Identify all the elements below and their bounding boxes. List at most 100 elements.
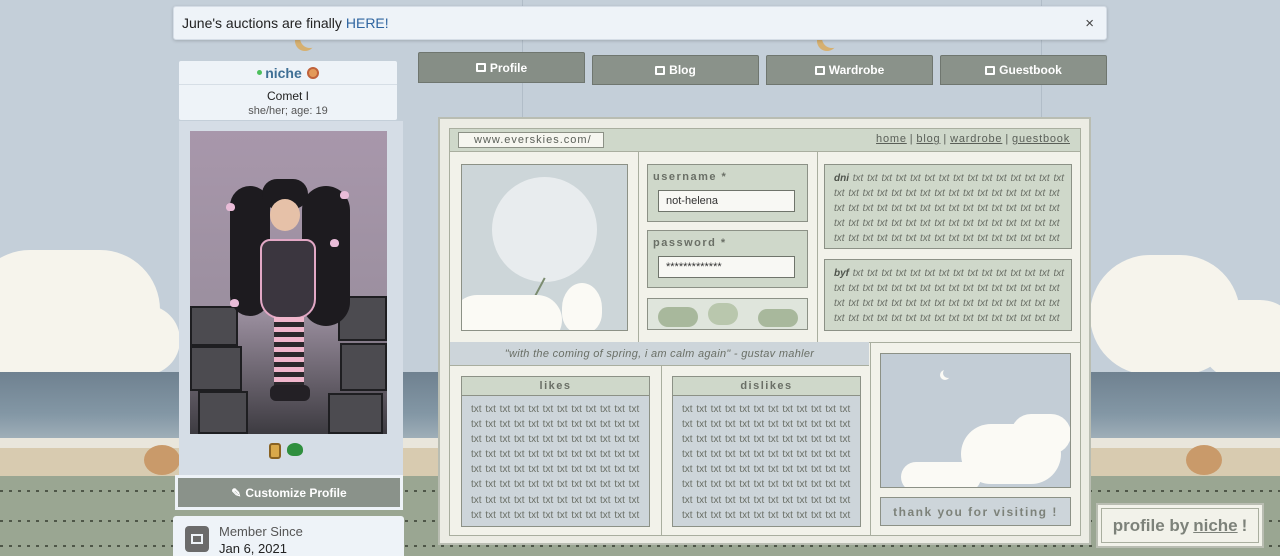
tab-guestbook-label: Guestbook: [999, 63, 1062, 77]
avatar-dress: [260, 239, 316, 319]
profile-layout-inner: www.everskies.com/ home | blog | wardrobe | gu…: [449, 128, 1081, 536]
thank-you-message: thank you for visiting !: [880, 497, 1071, 526]
frog-badge-icon[interactable]: [287, 443, 303, 456]
profile-icon: [475, 63, 486, 72]
dni-text: txt txt txt txt txt txt txt txt txt txt …: [834, 173, 1065, 244]
url-box: www.everskies.com/: [458, 132, 604, 148]
cloud: [462, 295, 562, 330]
byf-label: byf: [834, 268, 849, 279]
tab-blog[interactable]: Blog: [592, 55, 759, 85]
tv-decoration: [190, 306, 238, 346]
online-status-icon: [257, 70, 263, 75]
avatar-legs: [274, 317, 304, 387]
calendar-icon: [185, 526, 209, 552]
nav-link-wardrobe[interactable]: wardrobe: [950, 133, 1002, 145]
tv-decoration: [340, 343, 387, 391]
dandelion-puff: [492, 177, 597, 282]
byf-box: byf txt txt txt txt txt txt txt txt txt …: [824, 259, 1072, 331]
butterfly-icon: [340, 191, 349, 199]
customize-profile-button-inner[interactable]: ✎ Customize Profile: [178, 478, 400, 507]
dni-box: dni txt txt txt txt txt txt txt txt txt …: [824, 164, 1072, 249]
nav-link-blog[interactable]: blog: [916, 133, 940, 145]
tv-decoration: [190, 346, 242, 391]
guestbook-icon: [985, 65, 996, 75]
layout-top-bar: www.everskies.com/ home | blog | wardrobe | gu…: [450, 129, 1080, 152]
column-divider: [870, 342, 871, 536]
likes-box: likes txt txt txt txt txt txt txt txt tx…: [461, 376, 650, 527]
customize-profile-button[interactable]: ✎ Customize Profile: [175, 475, 403, 510]
credit-prefix: profile by: [1112, 515, 1190, 535]
leaf-decoration: [758, 309, 798, 327]
avatar-shoes: [270, 385, 310, 401]
member-since-label: Member Since: [219, 524, 303, 539]
tv-decoration: [198, 391, 248, 434]
tab-blog-label: Blog: [669, 63, 696, 77]
nav-separator: |: [1005, 133, 1010, 145]
tab-wardrobe-label: Wardrobe: [828, 63, 885, 77]
username-label: username *: [653, 171, 728, 183]
column-divider: [661, 366, 662, 536]
leaf-decoration: [708, 303, 738, 325]
snail-icon: [306, 66, 319, 79]
announcement-banner: June's auctions are finally HERE! ×: [173, 6, 1107, 40]
butterfly-icon: [226, 203, 235, 211]
member-since-card: Member Since Jan 6, 2021: [173, 516, 404, 556]
tv-decoration: [328, 393, 383, 434]
username-field-box: username * not-helena: [647, 164, 808, 222]
password-field-box: password * *************: [647, 230, 808, 288]
username[interactable]: niche: [265, 65, 302, 81]
paint-icon: ✎: [231, 485, 242, 500]
user-card: niche Comet I she/her; age: 19: [179, 61, 397, 120]
dni-label: dni: [834, 173, 849, 184]
profile-credit: profile by niche !: [1096, 503, 1264, 548]
credit-author-link[interactable]: niche: [1193, 516, 1237, 536]
likes-text: txt txt txt txt txt txt txt txt txt txt …: [471, 404, 640, 521]
customize-profile-label: Customize Profile: [245, 485, 347, 500]
tab-profile[interactable]: Profile: [418, 52, 585, 83]
likes-title: likes: [462, 377, 649, 396]
butterfly-icon: [230, 299, 239, 307]
bunny-icon: [562, 283, 602, 330]
member-since-date: Jan 6, 2021: [219, 541, 287, 556]
blog-icon: [655, 65, 666, 75]
nav-separator: |: [909, 133, 914, 145]
profile-layout: www.everskies.com/ home | blog | wardrobe | gu…: [438, 117, 1091, 545]
password-input[interactable]: *************: [658, 256, 795, 278]
close-icon[interactable]: ×: [1085, 15, 1094, 32]
quote-bar: "with the coming of spring, i am calm ag…: [450, 342, 869, 366]
nav-link-guestbook[interactable]: guestbook: [1012, 133, 1070, 145]
user-pronouns: she/her; age: 19: [248, 105, 328, 117]
avatar[interactable]: [190, 131, 387, 434]
badge-row: [269, 443, 303, 459]
cloud: [901, 462, 981, 487]
wardrobe-icon: [814, 65, 825, 75]
moon-icon: [943, 368, 953, 378]
byf-text: txt txt txt txt txt txt txt txt txt txt …: [834, 268, 1065, 324]
sky-clouds-image: [880, 353, 1071, 488]
cloud: [60, 305, 180, 375]
bear-icon: [144, 445, 180, 475]
tab-profile-label: Profile: [489, 60, 528, 75]
column-divider: [817, 152, 818, 342]
avatar-panel: [179, 121, 403, 481]
layout-nav: home | blog | wardrobe | guestbook: [876, 133, 1070, 145]
announcement-link[interactable]: HERE!: [346, 15, 389, 31]
leaves-banner-image: [647, 298, 808, 330]
cloud: [1200, 300, 1280, 380]
tab-wardrobe[interactable]: Wardrobe: [766, 55, 933, 85]
column-divider: [638, 152, 639, 342]
nav-link-home[interactable]: home: [876, 133, 907, 145]
username-row: niche: [179, 61, 397, 85]
credit-suffix: !: [1241, 515, 1248, 535]
announcement-text: June's auctions are finally: [182, 15, 342, 31]
nav-separator: |: [943, 133, 948, 145]
profile-credit-inner: profile by niche !: [1101, 508, 1259, 543]
lantern-badge-icon[interactable]: [269, 443, 281, 459]
tab-guestbook[interactable]: Guestbook: [940, 55, 1107, 85]
dislikes-title: dislikes: [673, 377, 860, 396]
bear-icon: [1186, 445, 1222, 475]
user-rank: Comet I: [266, 89, 309, 103]
cloud: [1011, 414, 1070, 454]
avatar-face: [270, 199, 300, 231]
username-input[interactable]: not-helena: [658, 190, 795, 212]
